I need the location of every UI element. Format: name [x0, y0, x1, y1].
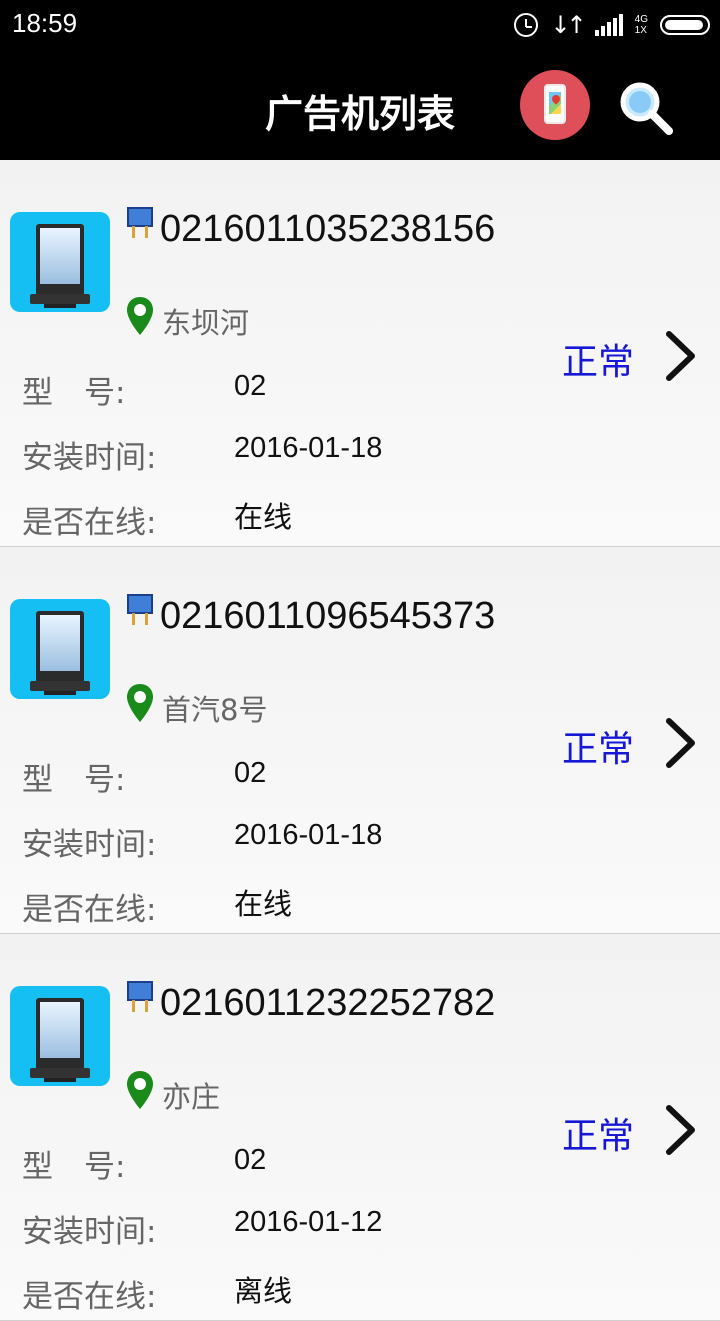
model-value: 02: [234, 1144, 267, 1176]
location-pin-icon: [127, 684, 153, 722]
model-value: 02: [234, 757, 267, 789]
chevron-right-icon[interactable]: [662, 715, 698, 771]
model-label: 型 号:: [22, 1149, 126, 1185]
model-value: 02: [234, 370, 267, 402]
device-thumbnail: [10, 212, 110, 312]
status-time: 18:59: [12, 8, 78, 38]
data-transfer-icon: ↓↑: [550, 11, 586, 39]
location-pin-icon: [127, 297, 153, 335]
status-bar: 18:59 ↓↑ 4G 1X: [0, 0, 720, 50]
device-code: 0216011096545373: [160, 595, 496, 637]
status-badge: 正常: [562, 342, 635, 383]
signal-icon: [594, 14, 623, 36]
online-label: 是否在线:: [22, 892, 157, 928]
network-type: 4G 1X: [634, 14, 648, 36]
chevron-right-icon[interactable]: [662, 328, 698, 384]
device-code: 0216011035238156: [160, 208, 496, 250]
install-time-label: 安装时间:: [22, 1214, 157, 1250]
page-title: 广告机列表: [264, 92, 455, 136]
device-card[interactable]: 0216011035238156 东坝河 正常 型 号: 02 安装时间: 20…: [0, 160, 720, 547]
install-time-label: 安装时间:: [22, 440, 157, 476]
install-time-label: 安装时间:: [22, 827, 157, 863]
online-value: 离线: [234, 1276, 293, 1308]
status-badge: 正常: [562, 729, 635, 770]
model-label: 型 号:: [22, 762, 126, 798]
billboard-icon: [127, 981, 153, 1012]
status-badge: 正常: [562, 1116, 635, 1157]
device-card[interactable]: 0216011232252782 亦庄 正常 型 号: 02 安装时间: 201…: [0, 934, 720, 1321]
search-icon[interactable]: [618, 80, 674, 136]
model-label: 型 号:: [22, 375, 126, 411]
status-icons: ↓↑ 4G 1X: [514, 9, 710, 41]
phone-map-icon: [544, 84, 566, 124]
device-code: 0216011232252782: [160, 982, 496, 1024]
chevron-right-icon[interactable]: [662, 1102, 698, 1158]
billboard-icon: [127, 594, 153, 625]
location-pin-icon: [127, 1071, 153, 1109]
online-value: 在线: [234, 889, 293, 921]
battery-icon: [660, 15, 710, 35]
device-location: 东坝河: [162, 306, 250, 340]
device-thumbnail: [10, 986, 110, 1086]
billboard-icon: [127, 207, 153, 238]
online-label: 是否在线:: [22, 505, 157, 541]
map-view-button[interactable]: [520, 70, 590, 140]
install-time-value: 2016-01-18: [234, 432, 383, 464]
device-thumbnail: [10, 599, 110, 699]
device-list: 0216011035238156 东坝河 正常 型 号: 02 安装时间: 20…: [0, 160, 720, 1321]
online-label: 是否在线:: [22, 1279, 157, 1315]
install-time-value: 2016-01-12: [234, 1206, 383, 1238]
install-time-value: 2016-01-18: [234, 819, 383, 851]
device-location: 首汽8号: [162, 693, 268, 727]
alarm-icon: [514, 13, 539, 37]
device-card[interactable]: 0216011096545373 首汽8号 正常 型 号: 02 安装时间: 2…: [0, 547, 720, 934]
app-bar: 广告机列表: [0, 50, 720, 160]
device-location: 亦庄: [162, 1080, 221, 1114]
online-value: 在线: [234, 502, 293, 534]
